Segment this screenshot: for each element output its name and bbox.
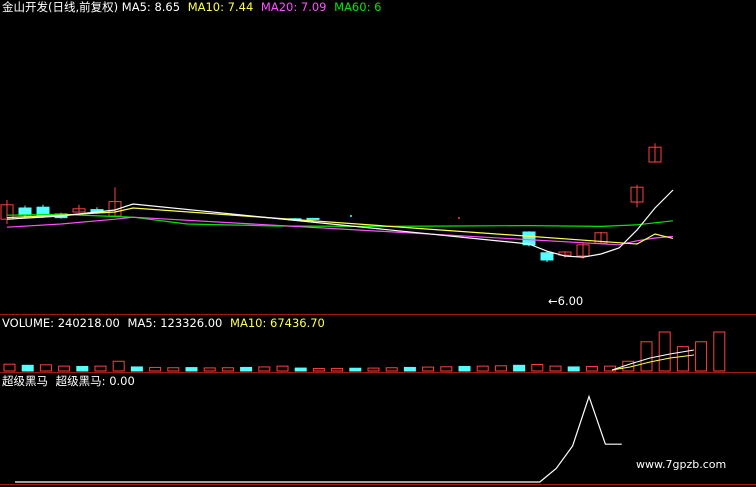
volume-bar bbox=[94, 365, 107, 372]
volume-bar bbox=[585, 365, 598, 372]
volume-bar bbox=[658, 331, 671, 372]
volume-bar bbox=[149, 366, 162, 372]
volume-bar bbox=[130, 366, 143, 372]
volume-bar bbox=[640, 341, 653, 372]
ma10-label: MA10: bbox=[187, 0, 224, 14]
volume-bar bbox=[240, 366, 253, 372]
ma5-value: 8.65 bbox=[154, 0, 181, 14]
ma60-label: MA60: bbox=[334, 0, 371, 14]
volume-bar bbox=[567, 366, 580, 372]
volume-bar bbox=[167, 367, 180, 372]
volume-bar bbox=[494, 365, 507, 372]
volume-bar bbox=[695, 341, 708, 372]
volume-bar bbox=[185, 367, 198, 372]
volume-header: VOLUME: 240218.00 MA5: 123326.00 MA10: 6… bbox=[2, 316, 325, 330]
indicator-value: 0.00 bbox=[109, 374, 135, 388]
volume-bar bbox=[331, 367, 344, 372]
indicator-layer bbox=[15, 394, 622, 483]
candle-body bbox=[522, 231, 536, 246]
volume-ma5-value: 123326.00 bbox=[160, 316, 223, 330]
moving-averages-layer bbox=[6, 189, 674, 258]
volume-value: 240218.00 bbox=[57, 316, 120, 330]
stray-dot bbox=[350, 215, 352, 217]
volume-bar bbox=[458, 365, 471, 372]
volume-bar bbox=[513, 364, 526, 372]
volume-bar bbox=[258, 366, 271, 372]
candle-body bbox=[18, 207, 32, 216]
volume-ma10-value: 67436.70 bbox=[270, 316, 325, 330]
candle-body bbox=[306, 217, 320, 220]
volume-bar bbox=[604, 365, 617, 372]
volume-bar bbox=[440, 366, 453, 372]
volume-bar bbox=[476, 365, 489, 372]
volume-bar bbox=[3, 363, 16, 372]
volume-bar bbox=[21, 364, 34, 372]
low-price-marker: ←6.00 bbox=[548, 294, 584, 308]
volume-bar bbox=[531, 364, 544, 372]
volume-bar bbox=[221, 367, 234, 372]
volume-ma5-label: MA5: bbox=[127, 316, 157, 330]
indicator-value-label: 超级黑马: bbox=[55, 374, 106, 388]
volume-bar bbox=[385, 367, 398, 372]
ma5-label: MA5: bbox=[121, 0, 151, 14]
volume-bar bbox=[294, 367, 307, 372]
volume-label: VOLUME: bbox=[2, 316, 55, 330]
ma20-line bbox=[6, 216, 674, 246]
watermark: www.7gpzb.com bbox=[636, 458, 727, 471]
indicator-line bbox=[15, 394, 622, 483]
stock-title: 金山开发(日线,前复权) bbox=[2, 0, 119, 14]
volume-ma10-label: MA10: bbox=[230, 316, 267, 330]
indicator-header: 超级黑马 超级黑马: 0.00 bbox=[2, 374, 135, 388]
ma10-value: 7.44 bbox=[227, 0, 254, 14]
volume-bar bbox=[76, 365, 89, 372]
chart-canvas[interactable] bbox=[0, 0, 756, 487]
volume-bar bbox=[39, 364, 52, 372]
volume-bar bbox=[403, 366, 416, 372]
ma60-value: 6 bbox=[374, 0, 382, 14]
candle-body bbox=[540, 252, 554, 261]
volume-bar bbox=[549, 365, 562, 372]
ma20-value: 7.09 bbox=[300, 0, 327, 14]
volume-ma5-line bbox=[611, 349, 695, 371]
volume-bar bbox=[58, 365, 71, 372]
volume-bar bbox=[713, 331, 726, 372]
volume-bar bbox=[312, 368, 325, 372]
volume-bar bbox=[112, 360, 125, 372]
volume-bars-layer bbox=[3, 331, 726, 372]
volume-bar bbox=[422, 366, 435, 372]
price-header: 金山开发(日线,前复权) MA5: 8.65 MA10: 7.44 MA20: … bbox=[2, 0, 381, 14]
volume-bar bbox=[367, 367, 380, 372]
stray-dot bbox=[458, 217, 460, 219]
indicator-name: 超级黑马 bbox=[2, 374, 48, 388]
volume-bar bbox=[203, 367, 216, 372]
volume-bar bbox=[276, 365, 289, 372]
candles-layer bbox=[0, 143, 662, 262]
volume-bar bbox=[349, 367, 362, 372]
ma5-line bbox=[6, 189, 674, 258]
ma20-label: MA20: bbox=[260, 0, 298, 14]
volume-bar bbox=[676, 346, 689, 372]
